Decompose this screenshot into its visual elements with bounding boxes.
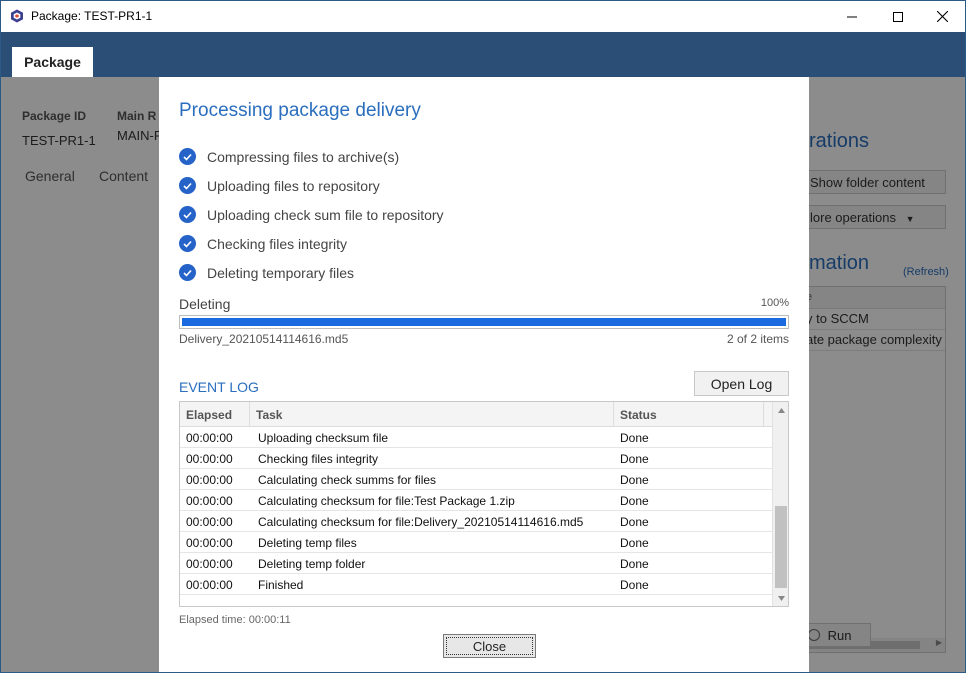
tab-package[interactable]: Package — [12, 47, 93, 77]
close-button[interactable]: Close — [443, 634, 536, 658]
event-log-table: Elapsed Task Status 00:00:00 Uploading ch… — [179, 401, 789, 607]
progress-bar — [179, 315, 789, 329]
title-bar: Package: TEST-PR1-1 — [1, 1, 965, 32]
minimize-button[interactable] — [829, 1, 875, 32]
column-header-elapsed[interactable]: Elapsed — [180, 402, 250, 427]
table-row[interactable]: 00:00:00 Finished Done — [180, 574, 772, 595]
cell-elapsed: 00:00:00 — [186, 473, 233, 487]
cell-task: Finished — [258, 578, 304, 592]
app-cube-icon — [11, 9, 23, 23]
cell-status: Done — [620, 494, 649, 508]
cell-task: Calculating check summs for files — [258, 473, 437, 487]
step-item: Compressing files to archive(s) — [179, 142, 444, 171]
table-row[interactable]: 00:00:00 Calculating check summs for file… — [180, 469, 772, 490]
checkmark-icon — [179, 206, 196, 223]
app-window: Package: TEST-PR1-1 Package Package ID T… — [0, 0, 966, 673]
cell-status: Done — [620, 578, 649, 592]
processing-dialog: Processing package delivery Compressing … — [159, 77, 809, 672]
scroll-up-icon[interactable] — [773, 402, 788, 418]
cell-task: Calculating checksum for file:Delivery_2… — [258, 515, 584, 529]
maximize-icon — [893, 11, 903, 22]
table-row[interactable]: 00:00:00 Calculating checksum for file:Te… — [180, 490, 772, 511]
step-label: Uploading files to repository — [207, 177, 380, 194]
step-item: Uploading files to repository — [179, 171, 444, 200]
cell-task: Uploading checksum file — [258, 431, 389, 445]
minimize-icon — [847, 16, 857, 17]
elapsed-time: Elapsed time: 00:00:11 — [179, 614, 291, 626]
window-title: Package: TEST-PR1-1 — [31, 9, 153, 23]
table-row[interactable]: 00:00:00 Uploading checksum file Done — [180, 427, 772, 448]
step-item: Deleting temporary files — [179, 258, 444, 287]
cell-task: Deleting temp files — [258, 536, 357, 550]
checkmark-icon — [179, 177, 196, 194]
cell-status: Done — [620, 431, 649, 445]
step-item: Uploading check sum file to repository — [179, 200, 444, 229]
scroll-thumb[interactable] — [775, 506, 787, 588]
cell-task: Checking files integrity — [258, 452, 379, 466]
cell-elapsed: 00:00:00 — [186, 452, 233, 466]
step-list: Compressing files to archive(s) Uploadin… — [179, 142, 444, 287]
checkmark-icon — [179, 264, 196, 281]
cell-task: Calculating checksum for file:Test Packa… — [258, 494, 515, 508]
scroll-down-icon[interactable] — [773, 590, 788, 606]
progress-file: Delivery_20210514114616.md5 — [179, 332, 349, 346]
table-header: Elapsed Task Status — [180, 402, 772, 427]
step-item: Checking files integrity — [179, 229, 444, 258]
step-label: Compressing files to archive(s) — [207, 148, 400, 165]
column-header-status[interactable]: Status — [614, 402, 764, 427]
progress-label: Deleting — [179, 296, 231, 312]
progress-percent: 100% — [760, 297, 789, 309]
table-body: 00:00:00 Uploading checksum file Done 00:00… — [180, 427, 772, 595]
checkmark-icon — [179, 148, 196, 165]
cell-elapsed: 00:00:00 — [186, 494, 233, 508]
table-row[interactable]: 00:00:00 Deleting temp folder Done — [180, 553, 772, 574]
column-header-task[interactable]: Task — [250, 402, 614, 427]
maximize-button[interactable] — [875, 1, 921, 32]
cell-elapsed: 00:00:00 — [186, 536, 233, 550]
cell-status: Done — [620, 536, 649, 550]
ribbon: Package — [1, 32, 965, 77]
cell-task: Deleting temp folder — [258, 557, 366, 571]
cell-elapsed: 00:00:00 — [186, 578, 233, 592]
open-log-button[interactable]: Open Log — [694, 371, 789, 396]
cell-status: Done — [620, 473, 649, 487]
step-label: Deleting temporary files — [207, 264, 355, 281]
cell-elapsed: 00:00:00 — [186, 557, 233, 571]
cell-elapsed: 00:00:00 — [186, 431, 233, 445]
step-label: Uploading check sum file to repository — [207, 206, 444, 223]
close-icon — [936, 11, 948, 22]
cell-status: Done — [620, 452, 649, 466]
dialog-title: Processing package delivery — [179, 100, 421, 121]
event-log-heading: EVENT LOG — [179, 379, 259, 395]
close-window-button[interactable] — [919, 1, 965, 32]
step-label: Checking files integrity — [207, 235, 348, 252]
vertical-scrollbar[interactable] — [772, 402, 788, 606]
cell-elapsed: 00:00:00 — [186, 515, 233, 529]
table-row[interactable]: 00:00:00 Calculating checksum for file:De… — [180, 511, 772, 532]
table-row[interactable]: 00:00:00 Deleting temp files Done — [180, 532, 772, 553]
table-row[interactable]: 00:00:00 Checking files integrity Done — [180, 448, 772, 469]
cell-status: Done — [620, 515, 649, 529]
checkmark-icon — [179, 235, 196, 252]
progress-fill — [182, 318, 786, 326]
progress-count: 2 of 2 items — [726, 332, 789, 346]
cell-status: Done — [620, 557, 649, 571]
